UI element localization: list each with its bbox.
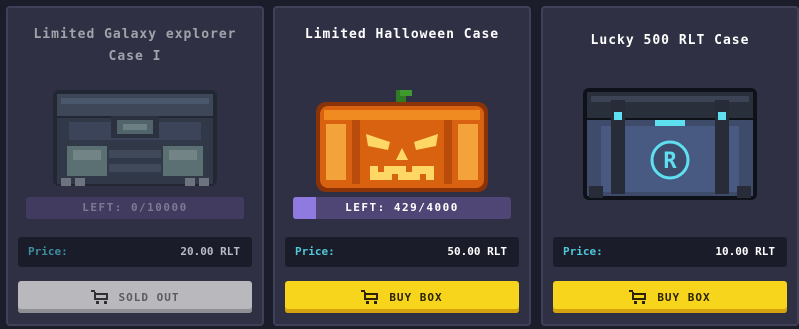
case-card-galaxy: Limited Galaxy explorer Case I LEFT: 0/1… bbox=[6, 6, 264, 326]
card-upper: Lucky 500 RLT Case R bbox=[543, 8, 797, 228]
case-title: Limited Halloween Case bbox=[304, 27, 500, 42]
price-value: 50.00 RLT bbox=[447, 245, 507, 258]
price-label: Price: bbox=[295, 245, 335, 258]
left-counter: LEFT: 0/10000 bbox=[26, 197, 244, 219]
sold-out-label: SOLD OUT bbox=[118, 290, 180, 304]
left-counter-text: LEFT: 429/4000 bbox=[345, 201, 459, 214]
sold-out-button[interactable]: SOLD OUT bbox=[18, 281, 252, 313]
case-card-lucky: Lucky 500 RLT Case R Price: 10.00 RLT BU… bbox=[541, 6, 799, 326]
svg-text:R: R bbox=[663, 149, 677, 174]
price-row: Price: 50.00 RLT bbox=[285, 237, 519, 267]
galaxy-chest-icon bbox=[53, 90, 217, 186]
price-row: Price: 20.00 RLT bbox=[18, 237, 252, 267]
buy-box-button[interactable]: BUY BOX bbox=[285, 281, 519, 313]
case-art bbox=[8, 88, 262, 192]
case-title: Lucky 500 RLT Case bbox=[590, 33, 750, 48]
price-label: Price: bbox=[563, 245, 603, 258]
buy-box-button[interactable]: BUY BOX bbox=[553, 281, 787, 313]
price-value: 10.00 RLT bbox=[715, 245, 775, 258]
cart-icon bbox=[361, 290, 379, 304]
case-art bbox=[275, 90, 529, 194]
card-upper: Limited Galaxy explorer Case I LEFT: 0/1… bbox=[8, 8, 262, 228]
price-value: 20.00 RLT bbox=[180, 245, 240, 258]
left-counter-text: LEFT: 0/10000 bbox=[82, 201, 188, 214]
case-art: R bbox=[543, 86, 797, 202]
left-counter: LEFT: 429/4000 bbox=[293, 197, 511, 219]
lucky-chest-icon: R bbox=[583, 88, 757, 200]
card-upper: Limited Halloween Case LEFT: 429/4000 bbox=[275, 8, 529, 228]
case-card-halloween: Limited Halloween Case LEFT: 429/4000 Pr… bbox=[273, 6, 531, 326]
cart-icon bbox=[90, 290, 109, 304]
buy-box-label: BUY BOX bbox=[389, 290, 443, 304]
pumpkin-chest-icon bbox=[316, 90, 488, 192]
case-title: Limited Galaxy explorer Case I bbox=[33, 27, 237, 64]
price-label: Price: bbox=[28, 245, 68, 258]
price-row: Price: 10.00 RLT bbox=[553, 237, 787, 267]
buy-box-label: BUY BOX bbox=[657, 290, 711, 304]
cart-icon bbox=[629, 290, 647, 304]
